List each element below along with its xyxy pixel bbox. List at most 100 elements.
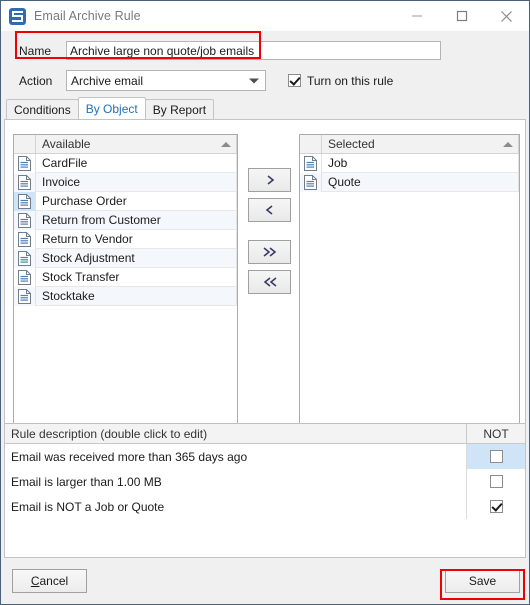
turn-on-rule-label: Turn on this rule [307, 73, 394, 88]
list-item[interactable]: Purchase Order [14, 192, 237, 211]
close-icon[interactable] [484, 1, 529, 31]
rule-form-header: Name Action Archive email Turn on this r… [1, 31, 529, 97]
move-right-button[interactable] [248, 168, 291, 192]
cancel-button[interactable]: Cancel [12, 569, 87, 593]
move-left-button[interactable] [248, 198, 291, 222]
email-app-icon [9, 7, 26, 25]
name-row: Name [1, 39, 529, 62]
list-item-label: Return from Customer [36, 211, 237, 230]
rule-description-row[interactable]: Email was received more than 365 days ag… [5, 444, 525, 469]
rule-description-header: Rule description (double click to edit) … [5, 424, 525, 444]
rule-description-text: Email was received more than 365 days ag… [5, 444, 467, 469]
not-cell[interactable] [467, 469, 525, 494]
name-label: Name [19, 43, 52, 58]
list-item[interactable]: Quote [300, 173, 519, 192]
turn-on-rule-checkbox[interactable]: Turn on this rule [288, 74, 393, 88]
available-list-header[interactable]: Available [14, 135, 237, 154]
dialog-footer: Cancel Save [1, 558, 529, 604]
document-icon [18, 232, 31, 247]
window-title: Email Archive Rule [34, 9, 141, 23]
list-item[interactable]: Stock Adjustment [14, 249, 237, 268]
document-icon-cell [14, 192, 36, 211]
action-label: Action [19, 73, 53, 88]
tab-panel-by-object: Available CardFile Invoice Purchase Order R… [4, 119, 526, 558]
list-item-label: Stock Transfer [36, 268, 237, 287]
checkbox-icon [288, 74, 301, 87]
document-icon [304, 175, 317, 190]
rule-description-text: Email is NOT a Job or Quote [5, 494, 467, 519]
maximize-icon[interactable] [439, 1, 484, 31]
not-checkbox-icon[interactable] [489, 500, 503, 513]
list-item[interactable]: Job [300, 154, 519, 173]
tab-by-object[interactable]: By Object [77, 97, 146, 119]
not-checkbox-icon[interactable] [489, 475, 503, 488]
email-archive-rule-window: Email Archive Rule Name Action Archive e… [0, 0, 530, 605]
list-item[interactable]: Invoice [14, 173, 237, 192]
available-column-header[interactable]: Available [36, 135, 237, 153]
chevron-double-right-icon [263, 247, 276, 257]
available-header-label: Available [42, 137, 91, 151]
available-list[interactable]: Available CardFile Invoice Purchase Order R… [13, 134, 238, 424]
sort-ascending-icon [221, 141, 231, 147]
tab-conditions[interactable]: Conditions [6, 99, 79, 119]
document-icon [18, 213, 31, 228]
document-icon-cell [14, 211, 36, 230]
list-item[interactable]: CardFile [14, 154, 237, 173]
list-item-label: CardFile [36, 154, 237, 173]
chevron-down-icon [249, 78, 259, 83]
selected-list-header[interactable]: Selected [300, 135, 519, 154]
rule-description-column-header: Rule description (double click to edit) [5, 424, 467, 443]
sort-ascending-icon [503, 141, 513, 147]
selected-list[interactable]: Selected Job Quote [299, 134, 520, 424]
document-icon [18, 270, 31, 285]
list-item[interactable]: Stocktake [14, 287, 237, 306]
rule-name-input[interactable] [66, 41, 441, 60]
rule-description-rows: Email was received more than 365 days ag… [5, 444, 525, 519]
document-icon-cell [300, 173, 322, 192]
rule-description-panel: Rule description (double click to edit) … [5, 423, 525, 557]
document-icon [18, 289, 31, 304]
action-dropdown[interactable]: Archive email [66, 70, 266, 91]
document-icon-cell [14, 249, 36, 268]
not-checkbox-icon[interactable] [489, 450, 503, 463]
chevron-right-icon [267, 175, 274, 185]
document-icon [18, 175, 31, 190]
list-item[interactable]: Return to Vendor [14, 230, 237, 249]
document-icon [18, 156, 31, 171]
list-item-label: Job [322, 154, 519, 173]
document-icon-cell [14, 268, 36, 287]
document-icon-cell [14, 287, 36, 306]
list-item[interactable]: Stock Transfer [14, 268, 237, 287]
selected-header-label: Selected [328, 137, 375, 151]
tab-by-report[interactable]: By Report [144, 99, 215, 119]
document-icon [304, 156, 317, 171]
document-icon-cell [300, 154, 322, 173]
not-column-header: NOT [483, 426, 509, 441]
not-cell[interactable] [467, 494, 525, 519]
cancel-label-rest: ancel [39, 574, 69, 588]
minimize-icon[interactable] [394, 1, 439, 31]
chevron-left-icon [265, 205, 272, 215]
list-item[interactable]: Return from Customer [14, 211, 237, 230]
title-bar: Email Archive Rule [1, 1, 529, 31]
move-all-left-button[interactable] [248, 270, 291, 294]
action-row: Action Archive email Turn on this rule [1, 70, 529, 91]
tab-strip: Conditions By Object By Report [1, 97, 529, 119]
selected-list-rows: Job Quote [300, 154, 519, 192]
available-icon-column-header [14, 135, 36, 153]
chevron-double-left-icon [263, 277, 276, 287]
selected-icon-column-header [300, 135, 322, 153]
move-all-right-button[interactable] [248, 240, 291, 264]
rule-description-row[interactable]: Email is NOT a Job or Quote [5, 494, 525, 519]
save-button[interactable]: Save [445, 569, 520, 593]
available-list-rows: CardFile Invoice Purchase Order Return from… [14, 154, 237, 306]
rule-description-row[interactable]: Email is larger than 1.00 MB [5, 469, 525, 494]
list-item-label: Stocktake [36, 287, 237, 306]
not-cell[interactable] [467, 444, 525, 469]
document-icon-cell [14, 230, 36, 249]
list-item-label: Invoice [36, 173, 237, 192]
document-icon [18, 251, 31, 266]
document-icon-cell [14, 173, 36, 192]
selected-column-header[interactable]: Selected [322, 135, 519, 153]
list-item-label: Return to Vendor [36, 230, 237, 249]
